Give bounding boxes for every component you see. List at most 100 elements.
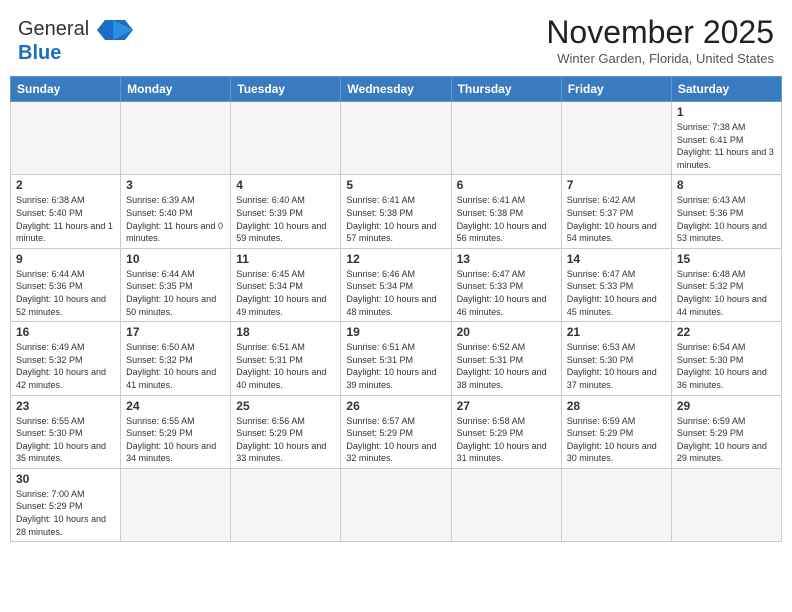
week-row-0: 1 Sunrise: 7:38 AM Sunset: 6:41 PM Daylig…: [11, 102, 782, 175]
calendar-cell: 13Sunrise: 6:47 AM Sunset: 5:33 PM Dayli…: [451, 248, 561, 321]
col-header-sunday: Sunday: [11, 77, 121, 102]
calendar-cell: [121, 102, 231, 175]
logo: General Blue: [18, 14, 133, 65]
day-number: 30: [16, 472, 115, 486]
week-row-1: 2 Sunrise: 6:38 AM Sunset: 5:40 PM Daylig…: [11, 175, 782, 248]
calendar-cell: [11, 102, 121, 175]
calendar-cell: 2 Sunrise: 6:38 AM Sunset: 5:40 PM Daylig…: [11, 175, 121, 248]
calendar-cell: 26Sunrise: 6:57 AM Sunset: 5:29 PM Dayli…: [341, 395, 451, 468]
calendar-cell: 20 Sunrise: 6:52 AM Sunset: 5:31 PM Dayli…: [451, 322, 561, 395]
day-info: Sunrise: 6:59 AM Sunset: 5:29 PM Dayligh…: [567, 415, 666, 465]
calendar-cell: [341, 102, 451, 175]
calendar-cell: 18 Sunrise: 6:51 AM Sunset: 5:31 PM Dayli…: [231, 322, 341, 395]
calendar-header-row: SundayMondayTuesdayWednesdayThursdayFrid…: [11, 77, 782, 102]
calendar-cell: [561, 102, 671, 175]
day-number: 16: [16, 325, 115, 339]
day-number: 25: [236, 399, 335, 413]
logo-text: Blue: [18, 42, 61, 65]
col-header-saturday: Saturday: [671, 77, 781, 102]
calendar-cell: 7 Sunrise: 6:42 AM Sunset: 5:37 PM Daylig…: [561, 175, 671, 248]
calendar-cell: 16 Sunrise: 6:49 AM Sunset: 5:32 PM Dayli…: [11, 322, 121, 395]
day-info: Sunrise: 6:43 AM Sunset: 5:36 PM Dayligh…: [677, 194, 776, 244]
day-number: 6: [457, 178, 556, 192]
calendar-cell: 29Sunrise: 6:59 AM Sunset: 5:29 PM Dayli…: [671, 395, 781, 468]
day-number: 3: [126, 178, 225, 192]
calendar-cell: 15 Sunrise: 6:48 AM Sunset: 5:32 PM Dayli…: [671, 248, 781, 321]
col-header-friday: Friday: [561, 77, 671, 102]
calendar-cell: [451, 468, 561, 541]
calendar: SundayMondayTuesdayWednesdayThursdayFrid…: [10, 76, 782, 542]
day-info: Sunrise: 6:49 AM Sunset: 5:32 PM Dayligh…: [16, 341, 115, 391]
day-info: Sunrise: 6:46 AM Sunset: 5:34 PM Dayligh…: [346, 268, 445, 318]
calendar-cell: 27 Sunrise: 6:58 AM Sunset: 5:29 PM Dayli…: [451, 395, 561, 468]
calendar-cell: 5 Sunrise: 6:41 AM Sunset: 5:38 PM Daylig…: [341, 175, 451, 248]
day-info: Sunrise: 6:47 AM Sunset: 5:33 PM Dayligh…: [457, 268, 556, 318]
calendar-cell: 1 Sunrise: 7:38 AM Sunset: 6:41 PM Daylig…: [671, 102, 781, 175]
calendar-cell: 6 Sunrise: 6:41 AM Sunset: 5:38 PM Daylig…: [451, 175, 561, 248]
day-info: Sunrise: 6:58 AM Sunset: 5:29 PM Dayligh…: [457, 415, 556, 465]
day-info: Sunrise: 6:44 AM Sunset: 5:35 PM Dayligh…: [126, 268, 225, 318]
day-info: Sunrise: 6:39 AM Sunset: 5:40 PM Dayligh…: [126, 194, 225, 244]
day-info: Sunrise: 6:48 AM Sunset: 5:32 PM Dayligh…: [677, 268, 776, 318]
calendar-cell: 23 Sunrise: 6:55 AM Sunset: 5:30 PM Dayli…: [11, 395, 121, 468]
calendar-cell: 3 Sunrise: 6:39 AM Sunset: 5:40 PM Daylig…: [121, 175, 231, 248]
day-info: Sunrise: 6:38 AM Sunset: 5:40 PM Dayligh…: [16, 194, 115, 244]
day-number: 5: [346, 178, 445, 192]
calendar-cell: [231, 468, 341, 541]
day-number: 2: [16, 178, 115, 192]
day-info: Sunrise: 6:52 AM Sunset: 5:31 PM Dayligh…: [457, 341, 556, 391]
day-info: Sunrise: 6:40 AM Sunset: 5:39 PM Dayligh…: [236, 194, 335, 244]
calendar-cell: 30Sunrise: 7:00 AM Sunset: 5:29 PM Dayli…: [11, 468, 121, 541]
day-number: 17: [126, 325, 225, 339]
calendar-cell: 28Sunrise: 6:59 AM Sunset: 5:29 PM Dayli…: [561, 395, 671, 468]
calendar-cell: 9Sunrise: 6:44 AM Sunset: 5:36 PM Daylig…: [11, 248, 121, 321]
day-info: Sunrise: 6:51 AM Sunset: 5:31 PM Dayligh…: [236, 341, 335, 391]
day-number: 11: [236, 252, 335, 266]
calendar-cell: 10Sunrise: 6:44 AM Sunset: 5:35 PM Dayli…: [121, 248, 231, 321]
day-info: Sunrise: 6:44 AM Sunset: 5:36 PM Dayligh…: [16, 268, 115, 318]
day-number: 19: [346, 325, 445, 339]
calendar-cell: 14Sunrise: 6:47 AM Sunset: 5:33 PM Dayli…: [561, 248, 671, 321]
day-number: 27: [457, 399, 556, 413]
day-number: 1: [677, 105, 776, 119]
week-row-5: 30Sunrise: 7:00 AM Sunset: 5:29 PM Dayli…: [11, 468, 782, 541]
day-info: Sunrise: 6:55 AM Sunset: 5:29 PM Dayligh…: [126, 415, 225, 465]
week-row-3: 16 Sunrise: 6:49 AM Sunset: 5:32 PM Dayli…: [11, 322, 782, 395]
col-header-monday: Monday: [121, 77, 231, 102]
location: Winter Garden, Florida, United States: [546, 51, 774, 66]
day-number: 24: [126, 399, 225, 413]
day-info: Sunrise: 6:45 AM Sunset: 5:34 PM Dayligh…: [236, 268, 335, 318]
day-number: 21: [567, 325, 666, 339]
calendar-cell: 25Sunrise: 6:56 AM Sunset: 5:29 PM Dayli…: [231, 395, 341, 468]
calendar-cell: 11 Sunrise: 6:45 AM Sunset: 5:34 PM Dayli…: [231, 248, 341, 321]
calendar-cell: [671, 468, 781, 541]
day-number: 23: [16, 399, 115, 413]
day-number: 15: [677, 252, 776, 266]
calendar-cell: [341, 468, 451, 541]
day-info: Sunrise: 6:53 AM Sunset: 5:30 PM Dayligh…: [567, 341, 666, 391]
day-info: Sunrise: 6:41 AM Sunset: 5:38 PM Dayligh…: [457, 194, 556, 244]
calendar-cell: [231, 102, 341, 175]
day-number: 8: [677, 178, 776, 192]
day-number: 18: [236, 325, 335, 339]
calendar-cell: 17 Sunrise: 6:50 AM Sunset: 5:32 PM Dayli…: [121, 322, 231, 395]
day-number: 14: [567, 252, 666, 266]
calendar-cell: 4 Sunrise: 6:40 AM Sunset: 5:39 PM Daylig…: [231, 175, 341, 248]
day-number: 20: [457, 325, 556, 339]
day-info: Sunrise: 7:38 AM Sunset: 6:41 PM Dayligh…: [677, 121, 776, 171]
calendar-cell: 24 Sunrise: 6:55 AM Sunset: 5:29 PM Dayli…: [121, 395, 231, 468]
day-info: Sunrise: 6:55 AM Sunset: 5:30 PM Dayligh…: [16, 415, 115, 465]
day-info: Sunrise: 6:42 AM Sunset: 5:37 PM Dayligh…: [567, 194, 666, 244]
day-info: Sunrise: 6:50 AM Sunset: 5:32 PM Dayligh…: [126, 341, 225, 391]
col-header-tuesday: Tuesday: [231, 77, 341, 102]
logo-icon: [93, 16, 133, 44]
day-number: 29: [677, 399, 776, 413]
calendar-cell: [561, 468, 671, 541]
day-number: 7: [567, 178, 666, 192]
calendar-cell: 21 Sunrise: 6:53 AM Sunset: 5:30 PM Dayli…: [561, 322, 671, 395]
title-block: November 2025 Winter Garden, Florida, Un…: [546, 14, 774, 66]
day-number: 4: [236, 178, 335, 192]
day-info: Sunrise: 6:41 AM Sunset: 5:38 PM Dayligh…: [346, 194, 445, 244]
day-info: Sunrise: 6:54 AM Sunset: 5:30 PM Dayligh…: [677, 341, 776, 391]
col-header-wednesday: Wednesday: [341, 77, 451, 102]
